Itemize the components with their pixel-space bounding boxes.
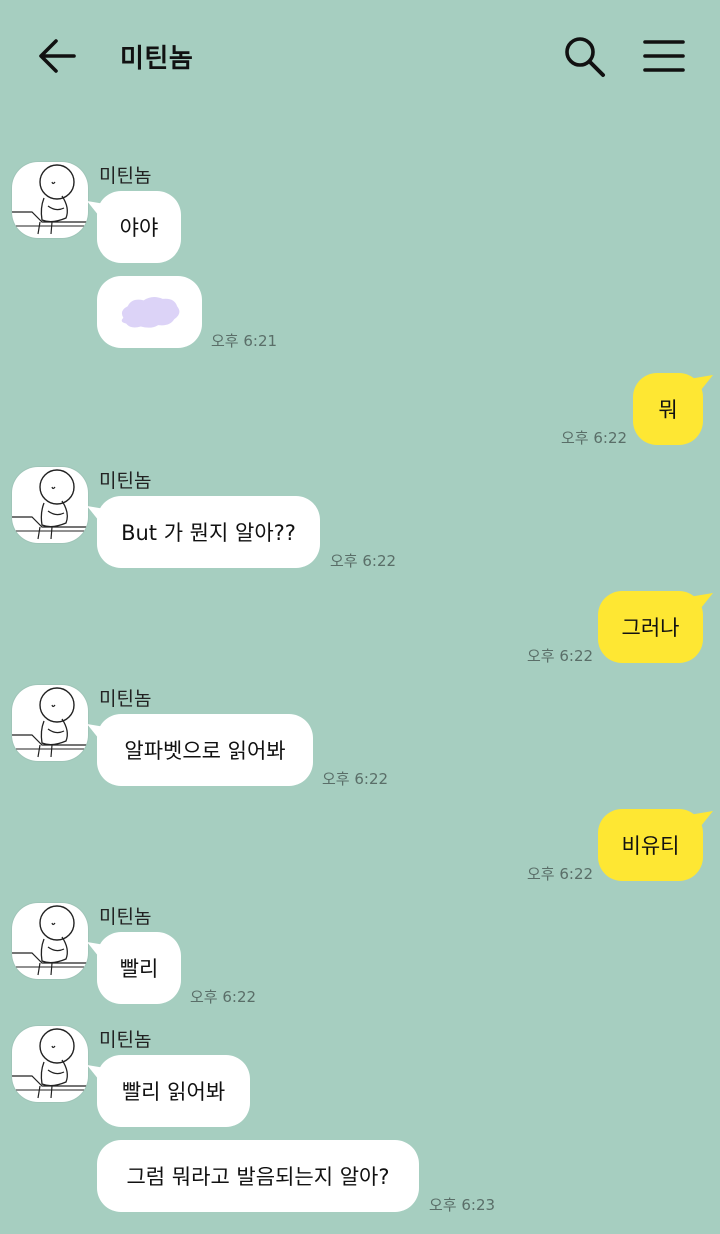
back-arrow-icon (39, 39, 76, 73)
hamburger-menu-icon (643, 40, 685, 72)
chat-header: 미틴놈 (0, 0, 720, 112)
sender-name: 미틴놈 (99, 906, 152, 928)
bubble-tail (87, 506, 111, 526)
message-time: 오후 6:23 (429, 1196, 496, 1214)
bubble-tail (689, 811, 713, 831)
message-time: 오후 6:22 (322, 770, 389, 788)
message-time: 오후 6:22 (561, 429, 628, 447)
menu-button[interactable] (640, 34, 688, 78)
avatar[interactable] (12, 162, 88, 238)
message-text: 빨리 (119, 957, 159, 981)
message-text: 그러나 (621, 616, 680, 640)
avatar[interactable] (12, 903, 88, 979)
message-text: 뭐 (658, 398, 678, 422)
avatar-figure-icon (12, 469, 88, 540)
message-time: 오후 6:21 (211, 332, 278, 350)
message-bubble[interactable]: 그럼 뭐라고 발음되는지 알아? (97, 1140, 419, 1212)
message-time: 오후 6:22 (330, 552, 397, 570)
message-text: 빨리 읽어봐 (121, 1080, 226, 1104)
message-bubble[interactable]: But 가 뭔지 알아?? (87, 496, 320, 568)
message-text: But 가 뭔지 알아?? (121, 521, 296, 545)
bubble-tail (689, 593, 713, 613)
sender-name: 미틴놈 (99, 470, 152, 492)
message-bubble[interactable]: 야야 (87, 191, 181, 263)
message-time: 오후 6:22 (527, 647, 594, 665)
bubble-tail (87, 942, 111, 962)
message-bubble[interactable]: 빨리 (87, 932, 181, 1004)
search-icon (565, 37, 605, 77)
sender-name: 미틴놈 (99, 1029, 152, 1051)
avatar[interactable] (12, 467, 88, 543)
sender-name: 미틴놈 (99, 165, 152, 187)
avatar[interactable] (12, 1026, 88, 1102)
message-bubble[interactable]: 뭐 (633, 373, 713, 445)
message-time: 오후 6:22 (190, 988, 257, 1006)
bubble-tail (689, 375, 713, 395)
message-text: 그럼 뭐라고 발음되는지 알아? (126, 1165, 390, 1189)
page-title: 미틴놈 (120, 44, 194, 74)
message-text: 알파벳으로 읽어봐 (124, 739, 286, 763)
search-button[interactable] (560, 32, 608, 80)
message-text: 야야 (119, 216, 159, 240)
avatar-figure-icon (12, 164, 88, 235)
message-bubble[interactable]: 비유티 (598, 809, 713, 881)
message-bubble[interactable]: 그러나 (598, 591, 713, 663)
bubble-tail (87, 1065, 111, 1085)
bubble-tail (87, 724, 111, 744)
sender-name: 미틴놈 (99, 688, 152, 710)
message-time: 오후 6:22 (527, 865, 594, 883)
avatar[interactable] (12, 685, 88, 761)
avatar-figure-icon (12, 905, 88, 976)
avatar-figure-icon (12, 1028, 88, 1099)
message-bubble-redacted[interactable] (97, 276, 202, 348)
bubble-tail (87, 201, 111, 221)
censored-blur-icon (121, 297, 180, 328)
message-text: 비유티 (621, 834, 680, 858)
message-bubble[interactable]: 알파벳으로 읽어봐 (87, 714, 313, 786)
message-bubble[interactable]: 빨리 읽어봐 (87, 1055, 250, 1127)
back-button[interactable] (34, 34, 80, 78)
avatar-figure-icon (12, 687, 88, 758)
